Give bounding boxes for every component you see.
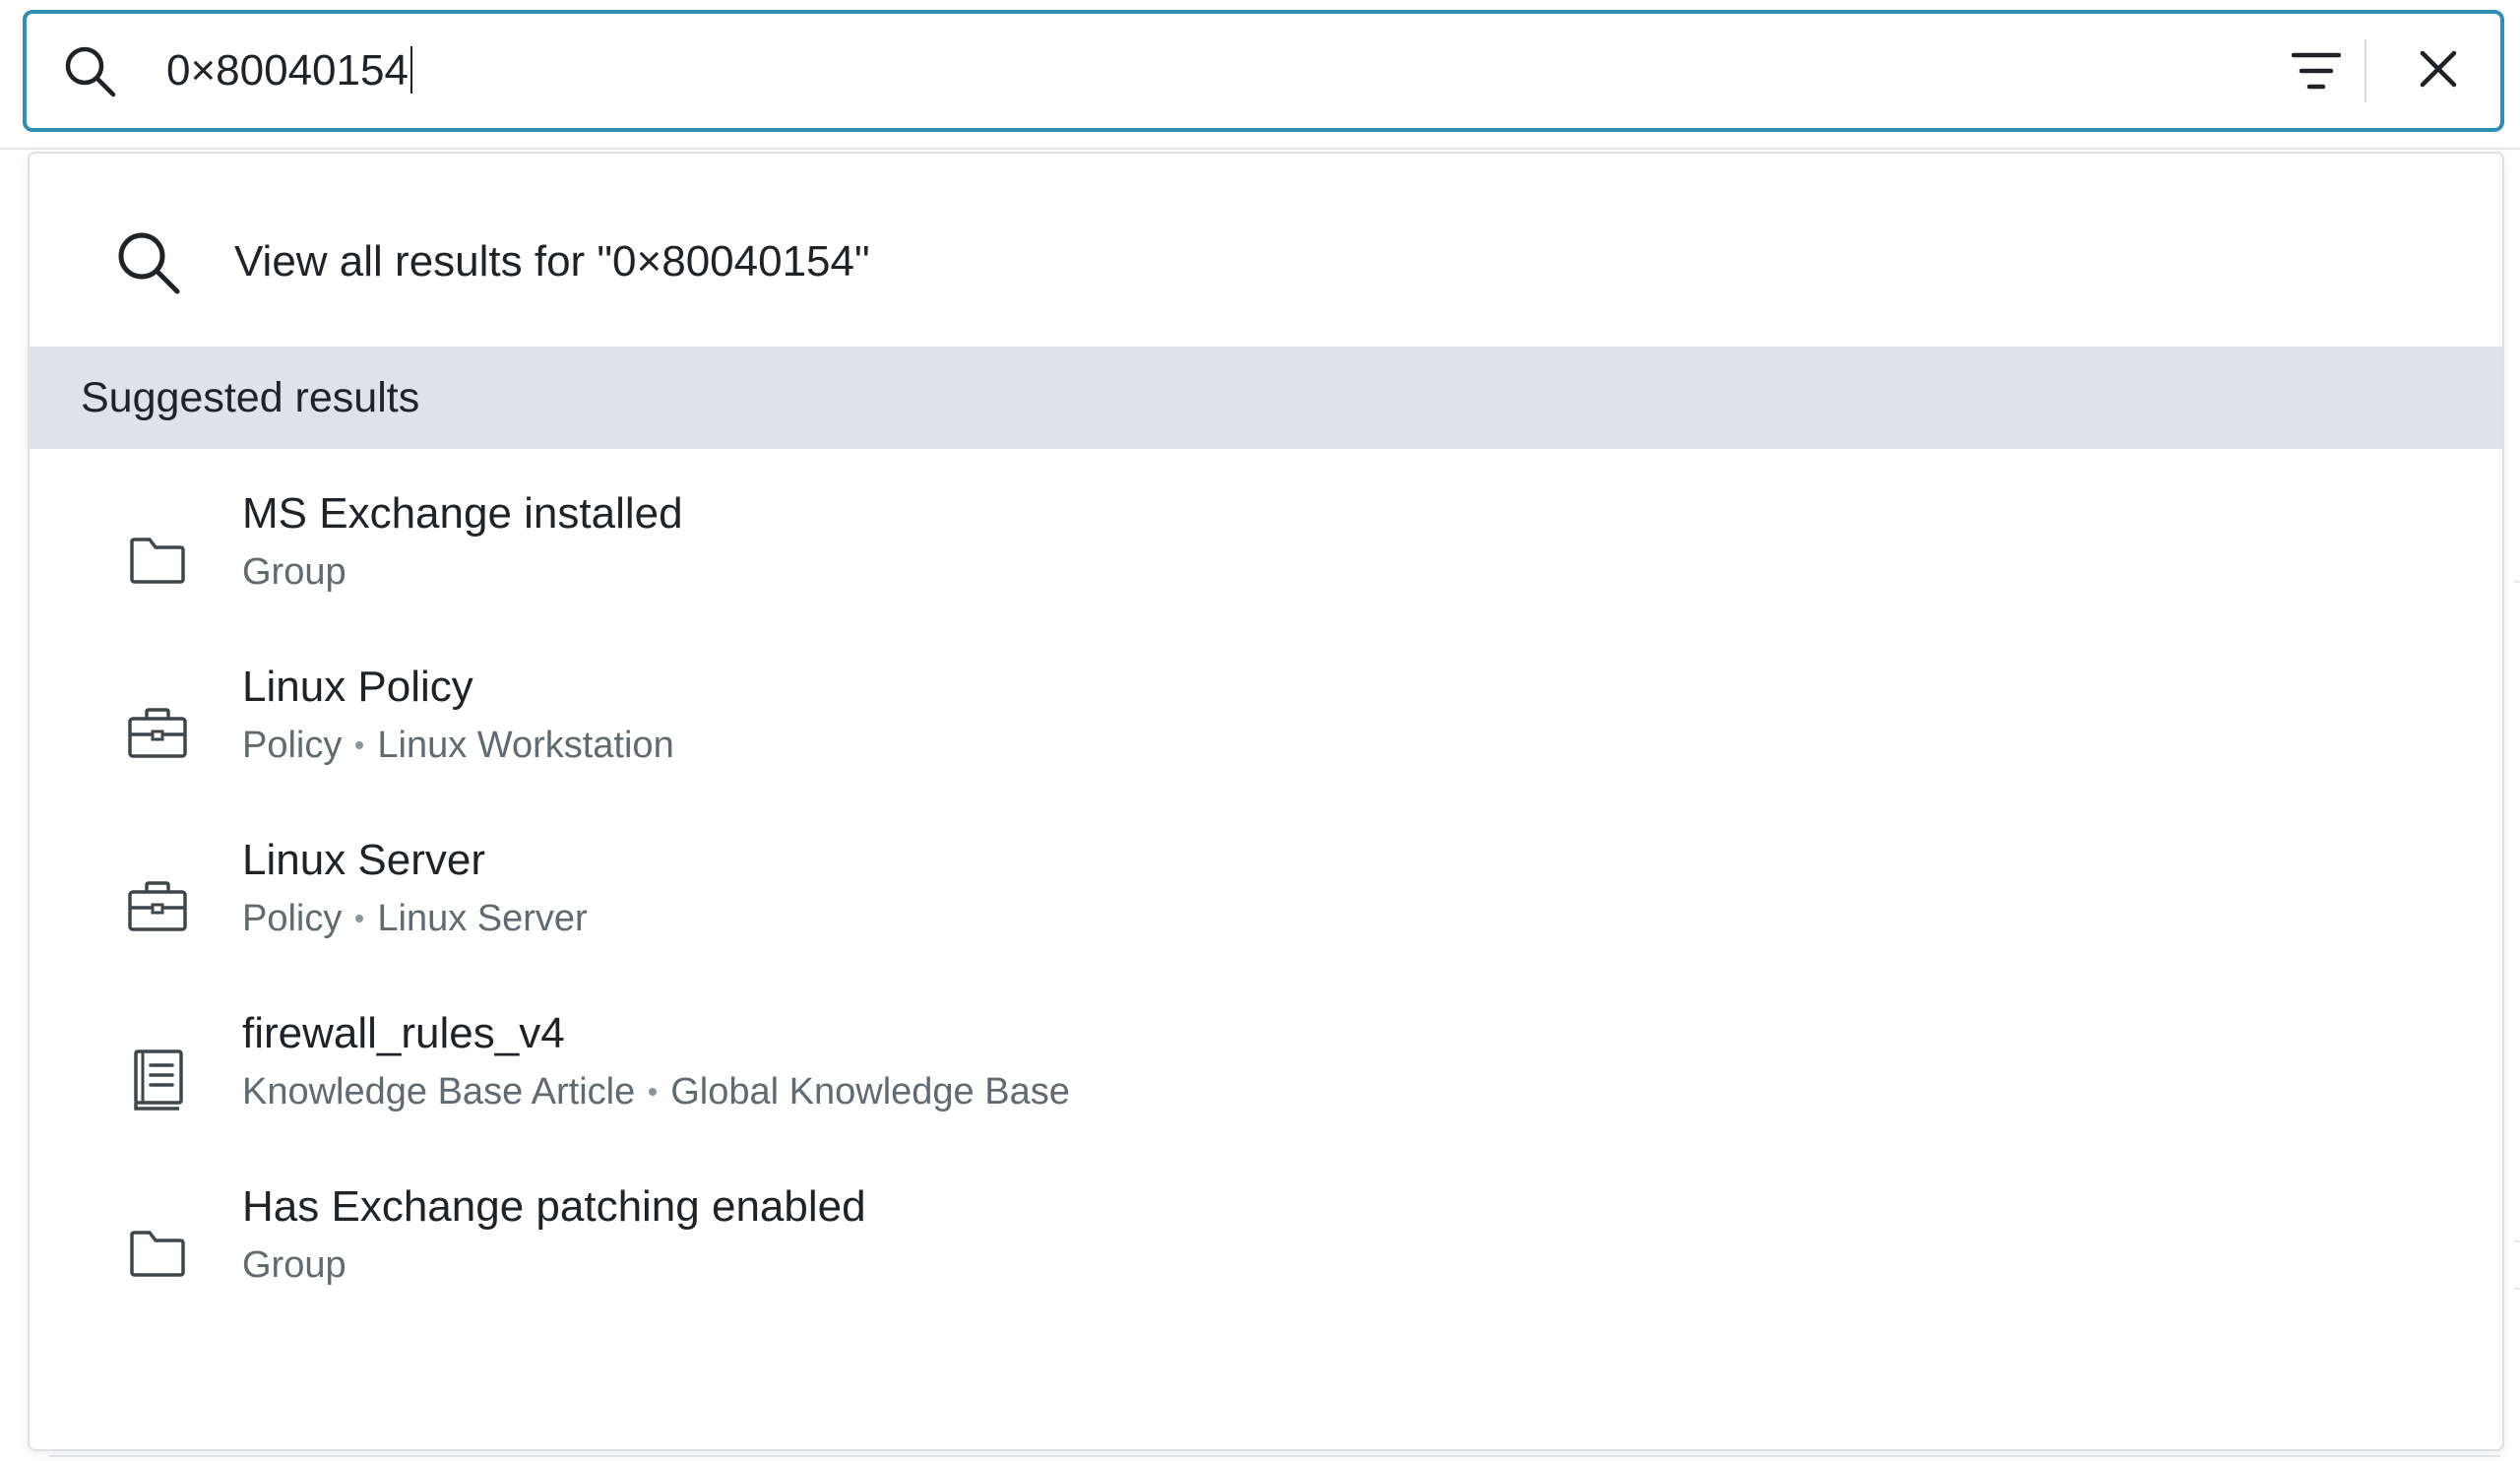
search-icon <box>60 41 119 100</box>
result-subtitle: Group <box>242 1239 346 1292</box>
filter-button[interactable] <box>2279 35 2354 106</box>
suggested-result-item[interactable]: Linux Server Policy Linux Server <box>30 831 2502 1004</box>
separator-dot <box>649 1087 658 1096</box>
folder-icon <box>118 520 197 599</box>
suggested-result-item[interactable]: Has Exchange patching enabled Group <box>30 1177 2502 1351</box>
result-type: Knowledge Base Article <box>242 1071 636 1112</box>
clear-search-button[interactable] <box>2407 37 2470 100</box>
result-title: Linux Server <box>242 836 486 884</box>
result-context: Linux Server <box>377 898 588 939</box>
search-icon <box>112 226 183 297</box>
global-search-bar[interactable]: 0×80040154 <box>23 10 2504 132</box>
result-type: Group <box>242 551 346 593</box>
result-title: Has Exchange patching enabled <box>242 1182 866 1231</box>
result-title: firewall_rules_v4 <box>242 1009 565 1057</box>
result-title: MS Exchange installed <box>242 489 683 538</box>
suggested-results-header: Suggested results <box>30 347 2502 449</box>
close-icon <box>2419 49 2458 89</box>
folder-icon <box>118 1213 197 1292</box>
briefcase-icon <box>118 693 197 772</box>
background-divider <box>2514 581 2520 583</box>
toolbar-divider <box>2364 39 2366 102</box>
view-all-results-label: View all results for "0×80040154" <box>234 237 870 286</box>
background-divider <box>2514 1288 2520 1290</box>
separator-dot <box>355 740 364 749</box>
view-all-results-option[interactable]: View all results for "0×80040154" <box>30 154 2502 347</box>
suggested-result-item[interactable]: MS Exchange installed Group <box>30 484 2502 658</box>
text-caret <box>410 46 412 95</box>
background-divider <box>49 1455 2500 1457</box>
result-type: Policy <box>242 898 343 939</box>
search-suggestions-dropdown: View all results for "0×80040154" Sugges… <box>28 152 2504 1451</box>
result-context: Global Knowledge Base <box>670 1071 1070 1112</box>
result-subtitle: Policy Linux Server <box>242 892 588 945</box>
result-type: Policy <box>242 725 343 766</box>
result-subtitle: Policy Linux Workstation <box>242 719 674 772</box>
background-divider <box>0 148 2520 150</box>
background-divider <box>2514 1240 2520 1242</box>
briefcase-icon <box>118 866 197 945</box>
separator-dot <box>355 914 364 922</box>
result-context: Linux Workstation <box>377 725 674 766</box>
result-title: Linux Policy <box>242 663 473 711</box>
search-input-value: 0×80040154 <box>166 46 409 95</box>
book-icon <box>118 1040 197 1118</box>
suggested-result-item[interactable]: firewall_rules_v4 Knowledge Base Article… <box>30 1004 2502 1177</box>
section-title: Suggested results <box>81 374 420 421</box>
search-input[interactable]: 0×80040154 <box>166 35 412 106</box>
result-subtitle: Group <box>242 545 346 599</box>
result-subtitle: Knowledge Base Article Global Knowledge B… <box>242 1065 1070 1118</box>
result-type: Group <box>242 1244 346 1286</box>
suggested-result-item[interactable]: Linux Policy Policy Linux Workstation <box>30 658 2502 831</box>
filter-icon <box>2292 49 2341 93</box>
